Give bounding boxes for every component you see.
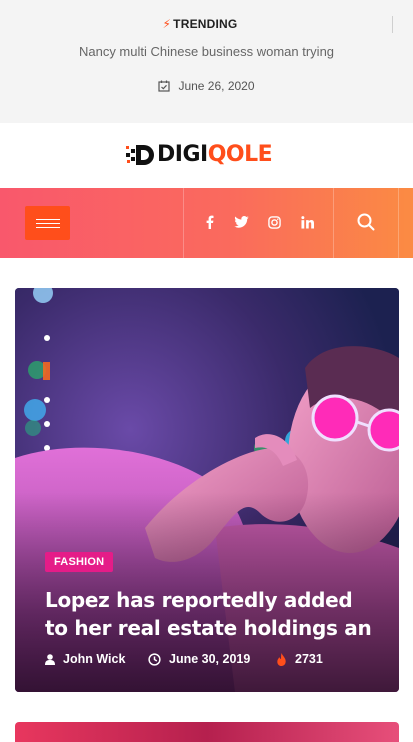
facebook-icon[interactable] — [200, 212, 220, 232]
trending-bar: ⚡ TRENDING Nancy multi Chinese business w… — [0, 0, 413, 123]
trending-divider — [392, 16, 393, 33]
category-badge[interactable]: FASHION — [45, 552, 114, 572]
twitter-icon[interactable] — [231, 212, 251, 232]
instagram-icon[interactable] — [264, 212, 284, 232]
nav-divider — [183, 188, 184, 258]
trending-headline[interactable]: Nancy multi Chinese business woman tryin… — [0, 44, 413, 59]
linkedin-icon[interactable] — [297, 212, 317, 232]
featured-post-card[interactable]: FASHION Lopez has reportedly added to he… — [15, 288, 399, 692]
search-icon[interactable] — [356, 212, 376, 232]
calendar-icon — [158, 80, 171, 92]
bolt-icon: ⚡ — [162, 17, 172, 31]
fire-icon — [277, 652, 286, 666]
post-date: June 30, 2019 — [148, 652, 250, 666]
trending-date: June 26, 2020 — [0, 79, 413, 93]
logo-text-accent: QOLE — [207, 142, 273, 167]
post-views: 2731 — [276, 652, 323, 666]
post-title[interactable]: Lopez has reportedly added to her real e… — [45, 586, 375, 642]
trending-label: ⚡ TRENDING — [162, 17, 238, 31]
logo-text-dark: DIGI — [157, 142, 208, 167]
user-icon — [45, 653, 55, 665]
post-author[interactable]: John Wick — [45, 652, 125, 666]
main-navbar — [0, 188, 413, 258]
logo-area: DIGIQOLE — [0, 123, 413, 188]
site-logo[interactable]: DIGIQOLE — [126, 140, 273, 170]
next-post-card[interactable] — [15, 722, 399, 742]
logo-mark-icon — [126, 143, 154, 167]
nav-divider — [333, 188, 334, 258]
hamburger-icon[interactable] — [25, 206, 70, 240]
clock-icon — [148, 652, 161, 666]
nav-divider — [398, 188, 399, 258]
